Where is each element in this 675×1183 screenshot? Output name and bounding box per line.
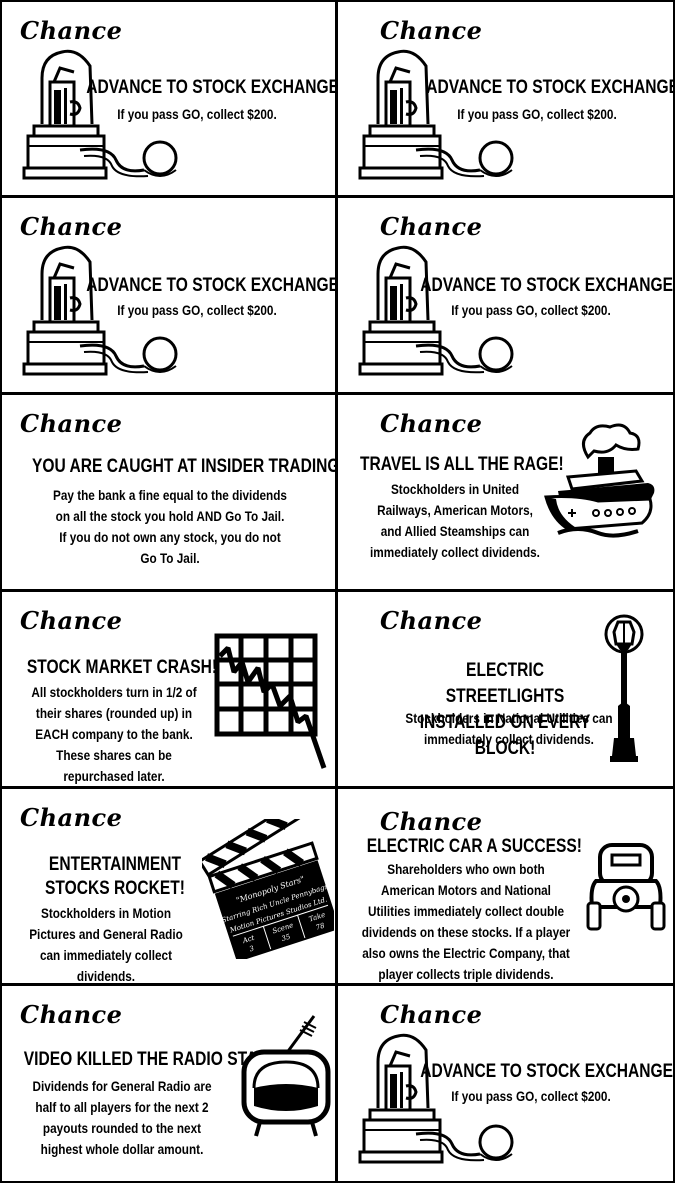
card-title: ADVANCE TO STOCK EXCHANGE	[86, 77, 335, 98]
card-title: ENTERTAINMENT STOCKS ROCKET!	[45, 854, 185, 899]
card-body: If you pass GO, collect $200.	[117, 302, 277, 318]
card-body: All stockholders turn in 1/2 of their sh…	[31, 684, 197, 784]
card-header: Chance	[380, 606, 483, 635]
streetlight-icon	[604, 614, 644, 762]
card-body: Stockholders in Motion Pictures and Gene…	[29, 905, 183, 983]
steamship-icon	[544, 423, 655, 538]
card-title: ADVANCE TO STOCK EXCHANGE	[420, 1061, 673, 1082]
card-title: ELECTRIC CAR A SUCCESS!	[366, 836, 582, 857]
card-header: Chance	[380, 16, 483, 45]
electric-car-icon	[586, 843, 666, 931]
card-header: Chance	[380, 807, 483, 836]
card-header: Chance	[380, 1000, 483, 1029]
card-body: If you pass GO, collect $200.	[117, 106, 277, 122]
card-body: If you pass GO, collect $200.	[457, 106, 617, 122]
chance-card: Chance VIDEO KILLED THE RADIO STAR. Divi…	[2, 986, 335, 1181]
television-icon	[241, 1015, 331, 1137]
chance-card: Chance YOU ARE CAUGHT AT INSIDER TRADING…	[2, 395, 335, 589]
card-header: Chance	[20, 606, 123, 635]
clapperboard-icon: "Monopoly Stars" Starring Rich Uncle Pen…	[202, 819, 334, 959]
card-header: Chance	[380, 212, 483, 241]
falling-chart-icon	[214, 633, 327, 769]
chance-card: Chance ADVANCE TO STOCK EXCHANGE If you …	[2, 2, 335, 195]
chance-card: Chance ADVANCE TO STOCK EXCHANGE If you …	[338, 986, 673, 1181]
card-title: VIDEO KILLED THE RADIO STAR.	[23, 1049, 273, 1070]
card-body: Pay the bank a fine equal to the dividen…	[53, 487, 287, 566]
chance-card: Chance ADVANCE TO STOCK EXCHANGE If you …	[2, 198, 335, 392]
card-header: Chance	[380, 409, 483, 438]
card-body: Dividends for General Radio are half to …	[32, 1078, 212, 1157]
chance-card: Chance ENTERTAINMENT STOCKS ROCKET! Stoc…	[2, 789, 335, 983]
card-title: ADVANCE TO STOCK EXCHANGE	[86, 275, 335, 296]
chance-card: Chance ADVANCE TO STOCK EXCHANGE If you …	[338, 198, 673, 392]
card-title: ADVANCE TO STOCK EXCHANGE	[420, 275, 673, 296]
card-body: Stockholders in National Utilities can i…	[405, 710, 613, 747]
card-body: If you pass GO, collect $200.	[451, 302, 611, 318]
card-header: Chance	[20, 16, 123, 45]
card-header: Chance	[20, 409, 123, 438]
card-header: Chance	[20, 212, 123, 241]
chance-card: Chance STOCK MARKET CRASH! All stockhold…	[2, 592, 335, 786]
chance-card-sheet: Chance ADVANCE TO STOCK EXCHANGE If you …	[0, 0, 675, 1183]
chance-card: Chance ELECTRIC CAR A SUCCESS! Sharehold…	[338, 789, 673, 983]
chance-card: Chance ELECTRIC STREETLIGHTS INSTALLED O…	[338, 592, 673, 786]
chance-card: Chance ADVANCE TO STOCK EXCHANGE If you …	[338, 2, 673, 195]
card-header: Chance	[20, 803, 123, 832]
card-title: YOU ARE CAUGHT AT INSIDER TRADING!	[31, 456, 335, 477]
card-header: Chance	[20, 1000, 123, 1029]
card-title: STOCK MARKET CRASH!	[26, 657, 218, 678]
card-body: Stockholders in United Railways, America…	[370, 481, 540, 560]
card-body: If you pass GO, collect $200.	[451, 1088, 611, 1104]
card-title: TRAVEL IS ALL THE RAGE!	[360, 454, 564, 475]
card-title: ADVANCE TO STOCK EXCHANGE	[426, 77, 673, 98]
card-body: Shareholders who own both American Motor…	[361, 861, 571, 982]
chance-card: Chance TRAVEL IS ALL THE RAGE! Stockhold…	[338, 395, 673, 589]
